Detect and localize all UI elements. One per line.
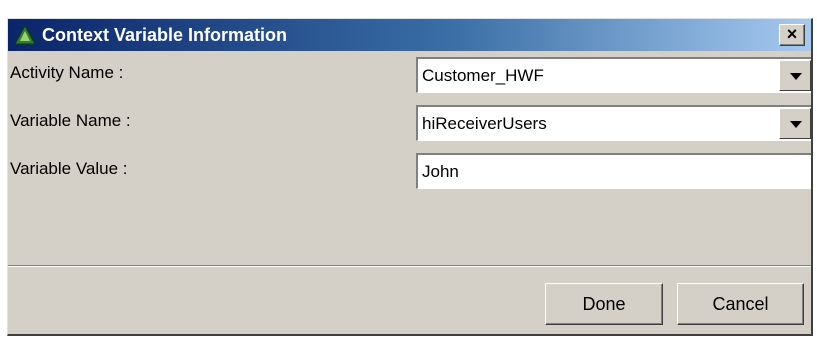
window-title: Context Variable Information (42, 25, 288, 45)
variable-name-dropdown-button[interactable] (779, 108, 811, 139)
done-button[interactable]: Done (545, 283, 663, 325)
variable-value-row: Variable Value : John (8, 149, 811, 193)
chevron-down-icon (790, 73, 802, 80)
close-button[interactable]: × (779, 24, 805, 46)
title-bar[interactable]: Context Variable Information × (8, 19, 811, 51)
chevron-down-icon (790, 121, 802, 128)
variable-name-row: Variable Name : hiReceiverUsers (8, 101, 811, 145)
variable-name-value: hiReceiverUsers (422, 114, 547, 133)
divider (8, 265, 811, 267)
variable-name-dropdown[interactable]: hiReceiverUsers (416, 105, 811, 141)
activity-name-dropdown-button[interactable] (779, 60, 811, 91)
activity-name-label: Activity Name : (10, 63, 124, 82)
variable-value-label: Variable Value : (10, 159, 128, 178)
activity-name-dropdown[interactable]: Customer_HWF (416, 57, 811, 93)
activity-name-value: Customer_HWF (422, 66, 544, 85)
close-icon: × (786, 24, 798, 44)
context-variable-dialog: Context Variable Information × Activity … (7, 18, 813, 336)
app-triangle-icon (14, 25, 36, 45)
variable-value-text: John (422, 162, 459, 181)
activity-name-row: Activity Name : Customer_HWF (8, 53, 811, 97)
variable-name-label: Variable Name : (10, 111, 131, 130)
cancel-button[interactable]: Cancel (677, 283, 804, 325)
variable-value-input[interactable]: John (416, 153, 811, 189)
